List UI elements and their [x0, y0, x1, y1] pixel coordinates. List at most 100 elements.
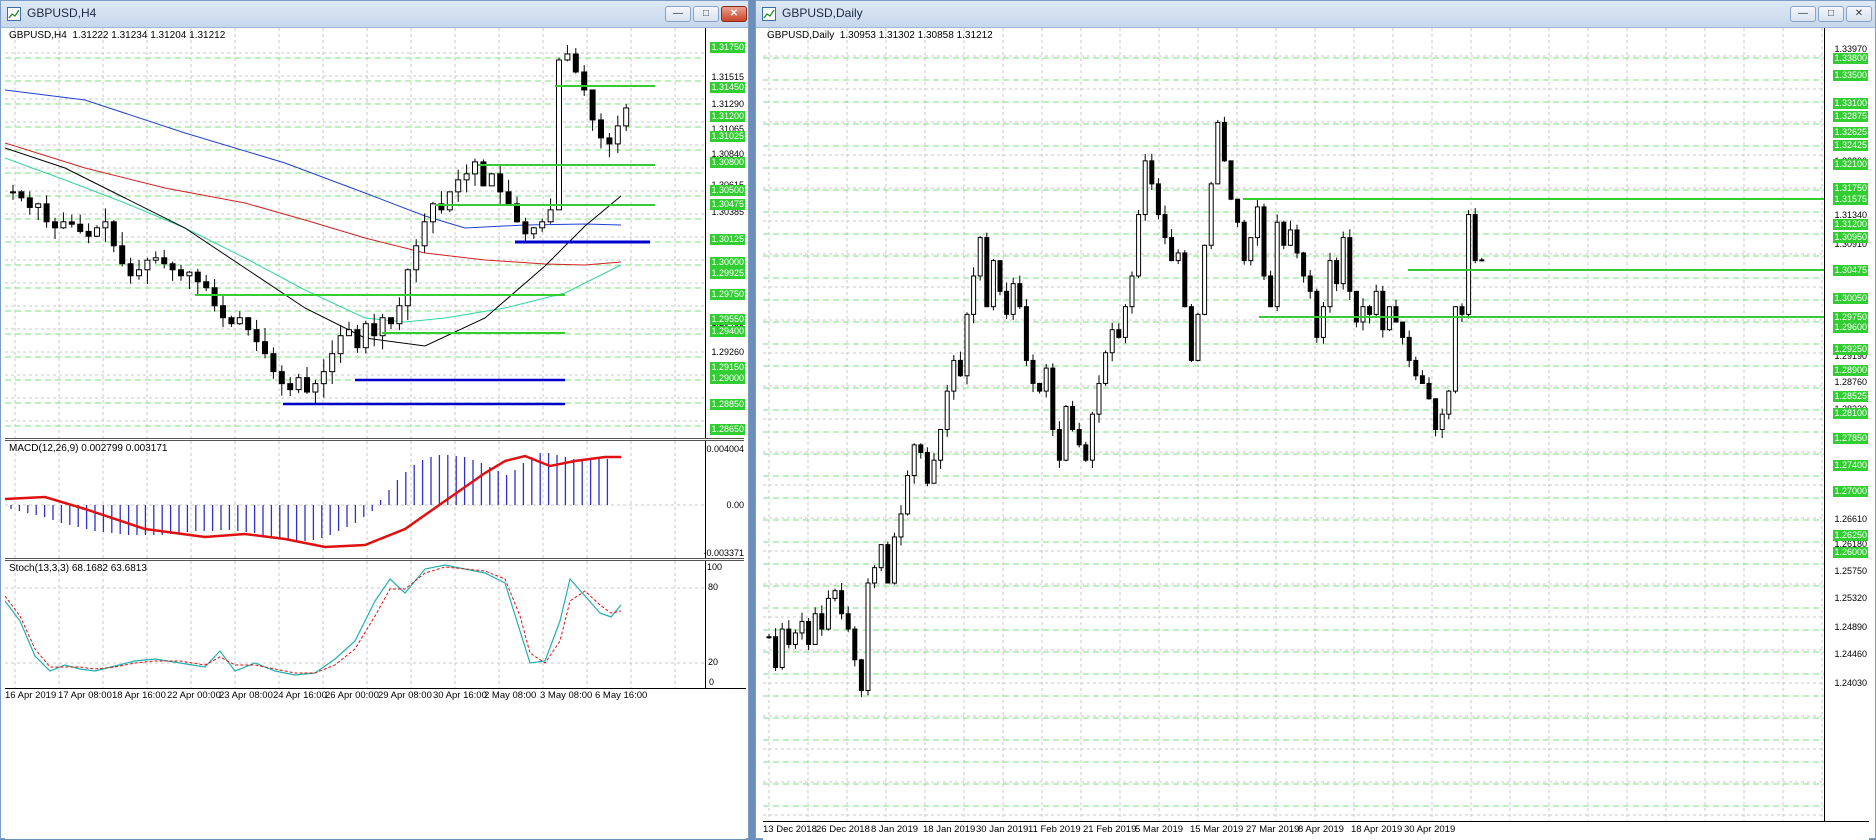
h4-time-label: 18 Apr 16:00 — [112, 690, 166, 701]
daily-price-label: 1.24030 — [1834, 678, 1867, 688]
h4-price-plot[interactable] — [5, 28, 746, 438]
daily-chart-window[interactable]: GBPUSD,Daily — □ ✕ GBPUSD,Daily 1.30953 … — [755, 0, 1876, 840]
macd-plot[interactable] — [5, 441, 746, 558]
daily-price-label: 1.25320 — [1834, 593, 1867, 603]
h4-level-label: 1.30000 — [710, 257, 745, 268]
daily-time-label: 13 Dec 2018 — [763, 824, 817, 835]
daily-level-label: 1.30475 — [1833, 265, 1868, 276]
daily-price-label: 1.28760 — [1834, 377, 1867, 387]
daily-level-label: 1.30050 — [1833, 293, 1868, 304]
h4-time-label: 23 Apr 08:00 — [219, 690, 273, 701]
h4-level-label: 1.29000 — [710, 373, 745, 384]
h4-chart-window[interactable]: GBPUSD,H4 — □ ✕ GBPUSD,H4 1.31222 1.3123… — [0, 0, 749, 839]
h4-level-label: 1.28850 — [710, 399, 745, 410]
daily-level-label: 1.32875 — [1833, 111, 1868, 122]
daily-price-plot[interactable] — [763, 28, 1869, 821]
h4-time-label: 2 May 08:00 — [484, 690, 537, 701]
stoch-level-80: 80 — [707, 582, 718, 592]
daily-price-label: 1.26610 — [1834, 514, 1867, 524]
daily-level-label: 1.29250 — [1833, 344, 1868, 355]
daily-title-bar[interactable]: GBPUSD,Daily — □ ✕ — [756, 1, 1875, 28]
daily-level-label: 1.27400 — [1833, 460, 1868, 471]
daily-level-label: 1.32100 — [1833, 159, 1868, 170]
daily-time-label: 21 Feb 2019 — [1083, 824, 1137, 835]
chart-window-icon — [7, 7, 21, 21]
close-button[interactable]: ✕ — [721, 6, 747, 22]
daily-chart-header: GBPUSD,Daily 1.30953 1.31302 1.30858 1.3… — [767, 30, 993, 41]
h4-window-title: GBPUSD,H4 — [27, 6, 97, 20]
daily-price-label: 1.25750 — [1834, 566, 1867, 576]
daily-level-label: 1.33100 — [1833, 98, 1868, 109]
h4-time-label: 6 May 16:00 — [595, 690, 648, 701]
daily-time-label: 15 Mar 2019 — [1190, 824, 1244, 835]
daily-time-label: 11 Feb 2019 — [1028, 824, 1081, 835]
h4-level-label: 1.29400 — [710, 326, 745, 337]
daily-level-label: 1.28525 — [1833, 391, 1868, 402]
daily-price-label: 1.24890 — [1834, 622, 1867, 632]
daily-level-label: 1.32425 — [1833, 140, 1868, 151]
daily-level-label: 1.27850 — [1833, 433, 1868, 444]
h4-level-label: 1.31025 — [710, 131, 745, 142]
h4-time-label: 30 Apr 16:00 — [433, 690, 487, 701]
stoch-level-20: 20 — [707, 657, 718, 667]
macd-zero-label: 0.00 — [726, 500, 744, 510]
minimize-button[interactable]: — — [665, 6, 691, 22]
h4-title-bar[interactable]: GBPUSD,H4 — □ ✕ — [1, 1, 748, 28]
stoch-level-0: 0 — [708, 677, 714, 687]
h4-level-label: 1.31750 — [710, 42, 745, 53]
h4-time-label: 17 Apr 08:00 — [58, 690, 112, 701]
h4-chart-header: GBPUSD,H4 1.31222 1.31234 1.31204 1.3121… — [9, 30, 226, 41]
h4-time-label: 3 May 08:00 — [540, 690, 593, 701]
h4-level-label: 1.30125 — [710, 234, 745, 245]
macd-min-label: -0.003371 — [703, 548, 744, 558]
daily-level-label: 1.30950 — [1833, 232, 1868, 243]
h4-level-label: 1.29150 — [710, 362, 745, 373]
daily-time-axis: 13 Dec 2018 26 Dec 2018 8 Jan 2019 18 Jan 2… — [763, 821, 1869, 840]
daily-level-label: 1.27000 — [1833, 486, 1868, 497]
h4-level-label: 1.28650 — [710, 424, 745, 435]
maximize-button[interactable]: □ — [693, 6, 719, 22]
h4-time-label: 16 Apr 2019 — [5, 690, 57, 701]
h4-level-label: 1.30475 — [710, 199, 745, 210]
h4-level-label: 1.29550 — [710, 314, 745, 325]
h4-price-label: 1.29260 — [711, 347, 744, 357]
daily-time-label: 18 Apr 2019 — [1351, 824, 1403, 835]
stoch-header: Stoch(13,3,3) 68.1682 63.6813 — [9, 563, 147, 574]
daily-time-label: 8 Apr 2019 — [1298, 824, 1344, 835]
stoch-axis — [705, 561, 746, 688]
daily-level-label: 1.28100 — [1833, 408, 1868, 419]
daily-time-label: 27 Mar 2019 — [1246, 824, 1300, 835]
h4-stoch-pane[interactable]: Stoch(13,3,3) 68.1682 63.6813 100 80 20 … — [5, 561, 746, 688]
daily-time-label: 5 Mar 2019 — [1135, 824, 1184, 835]
daily-level-label: 1.26000 — [1833, 547, 1868, 558]
daily-level-label: 1.32625 — [1833, 127, 1868, 138]
daily-time-label: 30 Jan 2019 — [976, 824, 1029, 835]
stoch-level-100: 100 — [706, 562, 722, 572]
daily-level-label: 1.33800 — [1833, 53, 1868, 64]
daily-level-label: 1.33500 — [1833, 70, 1868, 81]
h4-time-label: 22 Apr 00:00 — [167, 690, 221, 701]
chart-window-icon — [762, 7, 776, 21]
daily-level-label: 1.29600 — [1833, 322, 1868, 333]
daily-price-label: 1.24460 — [1834, 649, 1867, 659]
h4-level-label: 1.30500 — [710, 185, 745, 196]
h4-level-label: 1.31450 — [710, 82, 745, 93]
h4-price-label: 1.31515 — [711, 72, 744, 82]
maximize-button[interactable]: □ — [1818, 6, 1844, 22]
h4-price-label: 1.31290 — [711, 99, 744, 109]
h4-price-pane[interactable]: GBPUSD,H4 1.31222 1.31234 1.31204 1.3121… — [5, 28, 746, 438]
macd-max-label: 0.004004 — [706, 444, 744, 454]
h4-time-label: 29 Apr 08:00 — [378, 690, 432, 701]
daily-time-label: 18 Jan 2019 — [923, 824, 976, 835]
daily-price-pane[interactable]: GBPUSD,Daily 1.30953 1.31302 1.30858 1.3… — [763, 28, 1869, 821]
h4-level-label: 1.29925 — [710, 268, 745, 279]
daily-time-label: 30 Apr 2019 — [1404, 824, 1456, 835]
close-button[interactable]: ✕ — [1846, 6, 1872, 22]
daily-time-label: 26 Dec 2018 — [816, 824, 870, 835]
stochastic-plot[interactable] — [5, 561, 746, 688]
minimize-button[interactable]: — — [1790, 6, 1816, 22]
h4-macd-pane[interactable]: MACD(12,26,9) 0.002799 0.003171 0.004004… — [5, 441, 746, 558]
daily-level-label: 1.31200 — [1833, 219, 1868, 230]
macd-header: MACD(12,26,9) 0.002799 0.003171 — [9, 443, 168, 454]
daily-time-label: 8 Jan 2019 — [871, 824, 919, 835]
